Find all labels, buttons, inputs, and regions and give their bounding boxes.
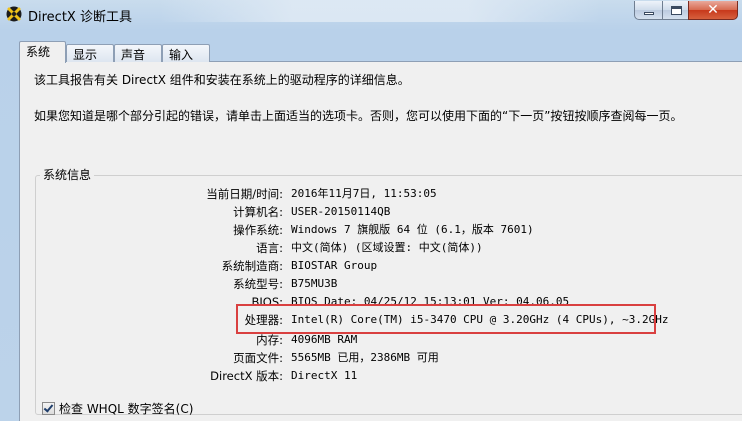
info-label: 系统制造商: (221, 259, 283, 273)
info-label: 计算机名: (233, 205, 283, 219)
intro-text-1: 该工具报告有关 DirectX 组件和安装在系统上的驱动程序的详细信息。 (34, 73, 410, 87)
info-label: DirectX 版本: (210, 369, 283, 383)
intro-text-2: 如果您知道是哪个部分引起的错误，请单击上面适当的选项卡。否则，您可以使用下面的“… (34, 109, 683, 123)
tab-input[interactable]: 输入 (162, 44, 210, 62)
processor-highlight-box (236, 304, 656, 334)
system-info-group-label: 系统信息 (40, 166, 95, 183)
minimize-button[interactable] (634, 1, 663, 20)
tab-label: 声音 (121, 48, 146, 62)
minimize-icon (644, 12, 654, 15)
info-value: DirectX 11 (291, 369, 358, 382)
info-label: 语言: (256, 241, 283, 255)
info-row-language: 语言: 中文(简体) (区域设置: 中文(简体)) (0, 239, 742, 257)
info-row-os: 操作系统: Windows 7 旗舰版 64 位 (6.1，版本 7601) (0, 221, 742, 239)
directx-diag-window: DirectX 诊断工具 ✕ 系统 显示 声音 输入 该工具报告有关 Direc… (0, 0, 742, 421)
info-label: 页面文件: (233, 351, 283, 365)
info-row-model: 系统型号: B75MU3B (0, 275, 742, 293)
info-row-computer-name: 计算机名: USER-20150114QB (0, 203, 742, 221)
tab-label: 输入 (169, 48, 194, 62)
info-value: 2016年11月7日, 11:53:05 (291, 187, 437, 200)
info-value: Windows 7 旗舰版 64 位 (6.1，版本 7601) (291, 223, 534, 236)
info-value: 中文(简体) (区域设置: 中文(简体)) (291, 241, 483, 254)
whql-checkbox[interactable]: 检查 WHQL 数字签名(C) (42, 400, 193, 417)
info-value: BIOSTAR Group (291, 259, 378, 272)
info-row-datetime: 当前日期/时间: 2016年11月7日, 11:53:05 (0, 185, 742, 203)
info-value: B75MU3B (291, 277, 338, 290)
window-title: DirectX 诊断工具 (28, 10, 132, 25)
info-row-directx-version: DirectX 版本: DirectX 11 (0, 367, 742, 385)
info-value: 5565MB 已用，2386MB 可用 (291, 351, 439, 364)
maximize-button[interactable] (662, 1, 689, 20)
close-icon: ✕ (707, 2, 719, 18)
tab-sound[interactable]: 声音 (114, 44, 162, 62)
info-row-page-file: 页面文件: 5565MB 已用，2386MB 可用 (0, 349, 742, 367)
whql-checkbox-label: 检查 WHQL 数字签名(C) (59, 402, 194, 416)
directx-icon[interactable] (6, 6, 22, 22)
tab-display[interactable]: 显示 (66, 44, 114, 62)
maximize-icon (671, 6, 682, 15)
info-label: 操作系统: (233, 223, 283, 237)
close-button[interactable]: ✕ (688, 1, 738, 20)
info-label: 当前日期/时间: (206, 187, 283, 201)
info-label: 系统型号: (233, 277, 283, 291)
tab-label: 系统 (26, 45, 51, 59)
info-row-manufacturer: 系统制造商: BIOSTAR Group (0, 257, 742, 275)
title-bar[interactable]: DirectX 诊断工具 ✕ (0, 0, 742, 30)
tab-system[interactable]: 系统 (19, 41, 66, 63)
tab-label: 显示 (73, 48, 98, 62)
background-window-blur (160, 0, 600, 22)
info-value: USER-20150114QB (291, 205, 391, 218)
checkbox-checked-icon[interactable] (42, 402, 55, 415)
